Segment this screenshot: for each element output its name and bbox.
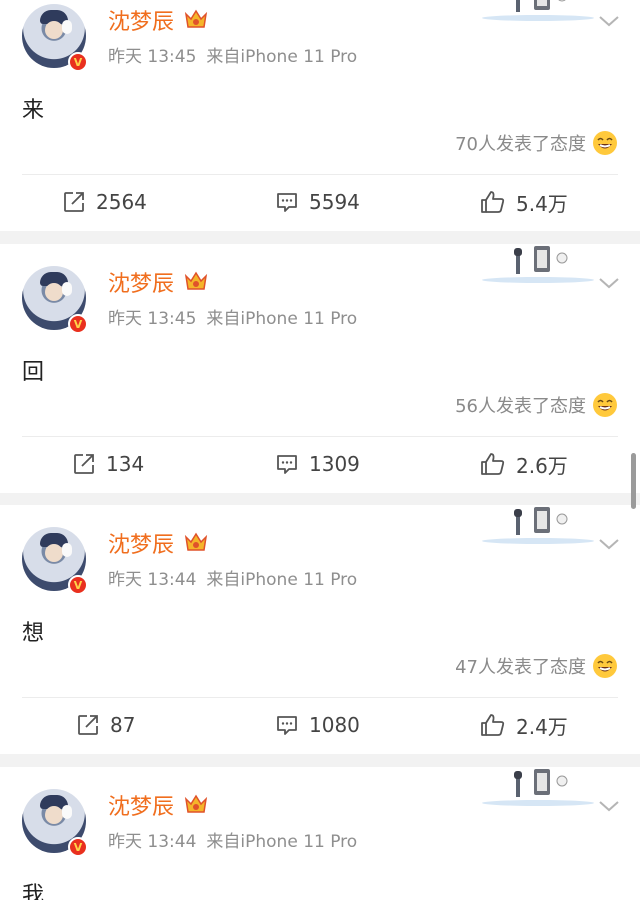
reaction-count-text: 70人发表了态度 [455, 134, 586, 155]
repost-button[interactable]: 2564 [62, 180, 147, 224]
like-button[interactable]: 5.4万 [480, 180, 568, 224]
username[interactable]: 沈梦辰 [108, 789, 174, 821]
post-source: 来自iPhone 11 Pro [206, 309, 358, 329]
reaction-count-text: 47人发表了态度 [455, 657, 586, 678]
repost-button[interactable]: 134 [72, 442, 144, 486]
thumb-up-icon [481, 191, 505, 213]
comment-count: 5594 [309, 190, 360, 214]
post-source: 来自iPhone 11 Pro [206, 570, 358, 590]
laughing-emoji-icon [593, 131, 617, 155]
reaction-summary[interactable]: 56人发表了态度 [455, 392, 618, 418]
crown-icon[interactable] [184, 270, 208, 292]
verified-badge-icon: V [68, 52, 88, 72]
post-content[interactable]: 回 [22, 354, 44, 386]
post-time: 昨天 13:45 [108, 309, 197, 329]
post-time: 昨天 13:44 [108, 570, 197, 590]
verified-badge-icon: V [68, 575, 88, 595]
comment-icon [277, 193, 297, 212]
repost-button[interactable]: 87 [76, 703, 135, 747]
card-decoration-icon [482, 769, 594, 806]
card-decoration-icon [482, 0, 594, 21]
laughing-emoji-icon [593, 393, 617, 417]
post-card: V 沈梦辰 昨天 13:44 来自iPhone 11 Pro 我 [0, 767, 640, 900]
chevron-down-icon[interactable] [598, 276, 620, 290]
repost-count: 134 [106, 452, 145, 476]
comment-button[interactable]: 1309 [275, 442, 360, 486]
comment-count: 1080 [309, 713, 360, 737]
username[interactable]: 沈梦辰 [108, 266, 174, 298]
post-time: 昨天 13:45 [108, 47, 197, 67]
scrollbar[interactable] [631, 453, 636, 509]
post-card: V 沈梦辰 昨天 13:45 来自iPhone 11 Pro 回 56人发表了态度… [0, 244, 640, 493]
thumb-up-icon [481, 714, 505, 736]
comment-button[interactable]: 5594 [275, 180, 360, 224]
post-meta: 昨天 13:45 来自iPhone 11 Pro [108, 304, 357, 329]
chevron-down-icon[interactable] [598, 799, 620, 813]
post-content[interactable]: 来 [22, 92, 44, 124]
post-card: V 沈梦辰 昨天 13:44 来自iPhone 11 Pro 想 47人发表了态度… [0, 505, 640, 754]
repost-count: 2564 [96, 190, 147, 214]
post-meta: 昨天 13:44 来自iPhone 11 Pro [108, 827, 357, 852]
verified-badge-icon: V [68, 314, 88, 334]
reaction-count-text: 56人发表了态度 [455, 396, 586, 417]
post-meta: 昨天 13:45 来自iPhone 11 Pro [108, 42, 357, 67]
reaction-summary[interactable]: 47人发表了态度 [455, 653, 618, 679]
post-source: 来自iPhone 11 Pro [206, 47, 358, 67]
divider [22, 174, 618, 175]
repost-icon [78, 715, 98, 735]
thumb-up-icon [481, 453, 505, 475]
like-button[interactable]: 2.6万 [480, 442, 568, 486]
repost-icon [64, 192, 84, 212]
reaction-summary[interactable]: 70人发表了态度 [455, 130, 618, 156]
username[interactable]: 沈梦辰 [108, 4, 174, 36]
post-source: 来自iPhone 11 Pro [206, 832, 358, 852]
chevron-down-icon[interactable] [598, 537, 620, 551]
post-time: 昨天 13:44 [108, 832, 197, 852]
crown-icon[interactable] [184, 793, 208, 815]
comment-count: 1309 [309, 452, 360, 476]
comment-icon [277, 716, 297, 735]
divider [22, 436, 618, 437]
card-decoration-icon [482, 507, 594, 544]
repost-count: 87 [110, 713, 136, 737]
like-count: 2.4万 [516, 714, 568, 739]
like-button[interactable]: 2.4万 [480, 703, 568, 747]
like-count: 5.4万 [516, 191, 568, 216]
card-decoration-icon [482, 246, 594, 283]
chevron-down-icon[interactable] [598, 14, 620, 28]
crown-icon[interactable] [184, 531, 208, 553]
like-count: 2.6万 [516, 453, 568, 478]
action-bar: 134 1309 2.6万 [0, 442, 640, 486]
weibo-feed: V 沈梦辰 昨天 13:45 来自iPhone 11 Pro 来 70人发表了态度… [0, 0, 640, 900]
action-bar: 2564 5594 5.4万 [0, 180, 640, 224]
laughing-emoji-icon [593, 654, 617, 678]
post-content[interactable]: 想 [22, 615, 44, 647]
verified-badge-icon: V [68, 837, 88, 857]
crown-icon[interactable] [184, 8, 208, 30]
comment-icon [277, 455, 297, 474]
action-bar: 87 1080 2.4万 [0, 703, 640, 747]
username[interactable]: 沈梦辰 [108, 527, 174, 559]
repost-icon [74, 454, 94, 474]
post-content[interactable]: 我 [22, 877, 44, 900]
post-card: V 沈梦辰 昨天 13:45 来自iPhone 11 Pro 来 70人发表了态度… [0, 0, 640, 231]
post-meta: 昨天 13:44 来自iPhone 11 Pro [108, 565, 357, 590]
divider [22, 697, 618, 698]
comment-button[interactable]: 1080 [275, 703, 360, 747]
